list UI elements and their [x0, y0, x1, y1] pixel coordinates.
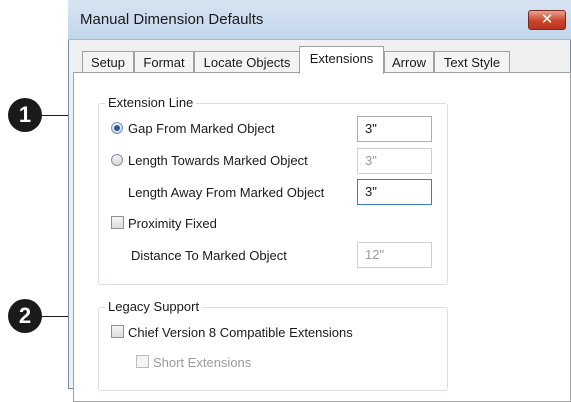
distance-field[interactable]: 12" [357, 242, 432, 268]
legacy-support-group [98, 307, 448, 391]
short-extensions-checkbox[interactable] [136, 355, 149, 368]
tab-format[interactable]: Format [134, 51, 194, 73]
gap-radio[interactable] [111, 122, 123, 134]
radio-selected-dot [114, 125, 120, 131]
chief-compatible-checkbox[interactable] [111, 325, 124, 338]
window-title: Manual Dimension Defaults [80, 11, 264, 28]
proximity-fixed-label: Proximity Fixed [128, 216, 217, 231]
extensions-panel: Extension Line Gap From Marked Object 3"… [73, 72, 571, 402]
close-icon: ✕ [540, 11, 554, 28]
length-towards-field[interactable]: 3" [357, 148, 432, 174]
tab-text-style[interactable]: Text Style [434, 51, 510, 73]
distance-label: Distance To Marked Object [131, 248, 287, 263]
tab-setup[interactable]: Setup [82, 51, 134, 73]
gap-field[interactable]: 3" [357, 116, 432, 142]
length-away-label: Length Away From Marked Object [128, 185, 325, 200]
short-extensions-label: Short Extensions [153, 355, 252, 370]
extension-line-legend: Extension Line [105, 95, 197, 110]
title-bar: Manual Dimension Defaults ✕ [68, 0, 571, 40]
legacy-support-legend: Legacy Support [105, 299, 203, 314]
length-towards-radio[interactable] [111, 154, 123, 166]
tab-locate-objects[interactable]: Locate Objects [194, 51, 300, 73]
length-away-field[interactable]: 3" [357, 179, 432, 205]
length-towards-label: Length Towards Marked Object [128, 153, 308, 168]
tab-arrow[interactable]: Arrow [384, 51, 434, 73]
close-button[interactable]: ✕ [528, 10, 566, 30]
gap-label: Gap From Marked Object [128, 121, 275, 136]
tab-extensions[interactable]: Extensions [299, 46, 384, 74]
callout-1: 1 [8, 98, 42, 132]
callout-2: 2 [8, 299, 42, 333]
proximity-fixed-checkbox[interactable] [111, 216, 124, 229]
chief-compatible-label: Chief Version 8 Compatible Extensions [128, 325, 353, 340]
